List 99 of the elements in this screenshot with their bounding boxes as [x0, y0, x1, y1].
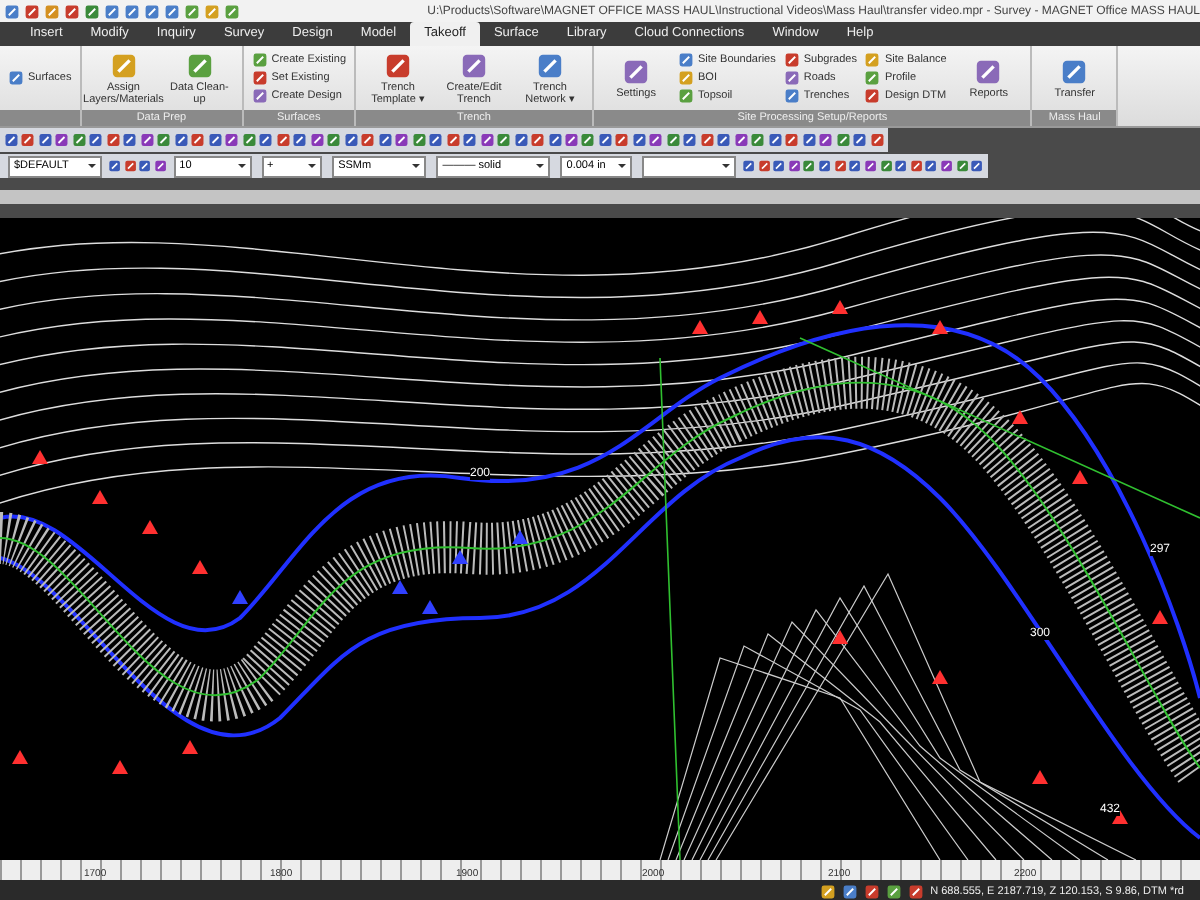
toolbar-icon[interactable]: [682, 132, 698, 148]
quick-access-icon[interactable]: [64, 3, 80, 19]
status-icon[interactable]: [864, 883, 881, 899]
toolbar-icon[interactable]: [648, 132, 664, 148]
toolbar-icon[interactable]: [394, 132, 410, 148]
toolbar-icon[interactable]: [156, 132, 172, 148]
toolbar-icon[interactable]: [879, 158, 893, 174]
toolbar-icon[interactable]: [138, 158, 153, 174]
toolbar-icon[interactable]: [818, 132, 834, 148]
tool-icon: [622, 57, 651, 85]
dropdown[interactable]: [641, 155, 736, 177]
toolbar-icon[interactable]: [258, 132, 274, 148]
toolbar-icon[interactable]: [909, 158, 923, 174]
toolbar-icon[interactable]: [818, 158, 832, 174]
toolbar-icon[interactable]: [772, 158, 786, 174]
toolbar-icon[interactable]: [547, 132, 562, 148]
toolbar-icon[interactable]: [767, 132, 783, 148]
toolbar-icon[interactable]: [4, 132, 19, 148]
toolbar-icon[interactable]: [224, 132, 240, 148]
toolbar-icon[interactable]: [292, 132, 308, 148]
toolbar-icon[interactable]: [835, 132, 851, 148]
toolbar-icon[interactable]: [924, 158, 939, 174]
quick-access-icon[interactable]: [24, 3, 40, 19]
toolbar-icon[interactable]: [496, 132, 512, 148]
toolbar-icon[interactable]: [665, 132, 681, 148]
toolbar-icon[interactable]: [940, 158, 954, 174]
toolbar-icon[interactable]: [479, 132, 495, 148]
toolbar-icon[interactable]: [597, 132, 613, 148]
quick-access-icon[interactable]: [144, 3, 160, 19]
toolbar-icon[interactable]: [71, 132, 87, 148]
tool-icon: [1060, 57, 1089, 85]
toolbar-icon[interactable]: [784, 132, 800, 148]
quick-access-icon[interactable]: [164, 3, 180, 19]
toolbar-icon[interactable]: [377, 132, 393, 148]
toolbar-icon[interactable]: [787, 158, 801, 174]
tool-icon: [536, 51, 565, 79]
toolbar-icon[interactable]: [326, 132, 342, 148]
toolbar-icon[interactable]: [428, 132, 444, 148]
toolbar-icon[interactable]: [863, 158, 878, 174]
toolbar-icon[interactable]: [88, 132, 104, 148]
toolbar-icon[interactable]: [894, 158, 908, 174]
toolbar-icon[interactable]: [801, 132, 817, 148]
toolbar-icon[interactable]: [750, 132, 766, 148]
toolbar-icon[interactable]: [122, 132, 138, 148]
quick-access-icon[interactable]: [44, 3, 60, 19]
quick-access-icon[interactable]: [4, 3, 20, 19]
status-icon[interactable]: [820, 883, 837, 899]
toolbar-icon[interactable]: [716, 132, 732, 148]
toolbar-icon[interactable]: [207, 132, 223, 148]
status-icon[interactable]: [908, 883, 925, 899]
toolbar-icon[interactable]: [411, 132, 427, 148]
tool-icon: [974, 57, 1003, 85]
toolbar-icon[interactable]: [241, 132, 257, 148]
toolbar-icon[interactable]: [462, 132, 478, 148]
status-icon[interactable]: [842, 883, 859, 899]
toolbar-icon[interactable]: [580, 132, 596, 148]
toolbar-icon[interactable]: [513, 132, 529, 148]
quick-access-icon[interactable]: [84, 3, 100, 19]
toolbar-icon[interactable]: [37, 132, 53, 148]
toolbar-icon[interactable]: [105, 132, 121, 148]
toolbar-icon[interactable]: [154, 158, 168, 174]
toolbar-icon[interactable]: [173, 132, 189, 148]
toolbar-icon[interactable]: [741, 158, 756, 174]
tool-icon: [109, 51, 138, 79]
toolbar-icon[interactable]: [614, 132, 630, 148]
toolbar-icon[interactable]: [445, 132, 461, 148]
toolbar-icon[interactable]: [20, 132, 36, 148]
tool-icon: [8, 70, 24, 86]
toolbar-icon[interactable]: [869, 132, 885, 148]
toolbar-icon[interactable]: [360, 132, 376, 148]
toolbar-icon[interactable]: [343, 132, 359, 148]
toolbar-icon[interactable]: [275, 132, 291, 148]
toolbar-icon[interactable]: [563, 132, 579, 148]
tool-icon: [384, 51, 413, 79]
toolbar-icon[interactable]: [699, 132, 715, 148]
toolbar-icon[interactable]: [757, 158, 771, 174]
quick-access-icon[interactable]: [224, 3, 240, 19]
toolbar-icon[interactable]: [833, 158, 847, 174]
toolbar-icon[interactable]: [54, 132, 70, 148]
toolbar-icon[interactable]: [123, 158, 137, 174]
toolbar-icon[interactable]: [970, 158, 984, 174]
quick-access-icon[interactable]: [104, 3, 120, 19]
toolbar-icon[interactable]: [309, 132, 325, 148]
toolbar-icon[interactable]: [530, 132, 545, 148]
toolbar-icon[interactable]: [631, 132, 647, 148]
toolbar-icon[interactable]: [848, 158, 862, 174]
toolbar-icon[interactable]: [733, 132, 749, 148]
tool-icon: [185, 51, 214, 79]
toolbar-icon[interactable]: [802, 158, 817, 174]
tool-icon: [460, 51, 489, 79]
quick-access-icon[interactable]: [184, 3, 200, 19]
toolbar-icon[interactable]: [139, 132, 155, 148]
status-icon[interactable]: [886, 883, 903, 899]
toolbar-icon[interactable]: [108, 158, 122, 174]
toolbar-icon[interactable]: [852, 132, 868, 148]
group-label-bar: [0, 110, 80, 126]
quick-access-icon[interactable]: [124, 3, 140, 19]
toolbar-icon[interactable]: [190, 132, 206, 148]
toolbar-icon[interactable]: [955, 158, 969, 174]
